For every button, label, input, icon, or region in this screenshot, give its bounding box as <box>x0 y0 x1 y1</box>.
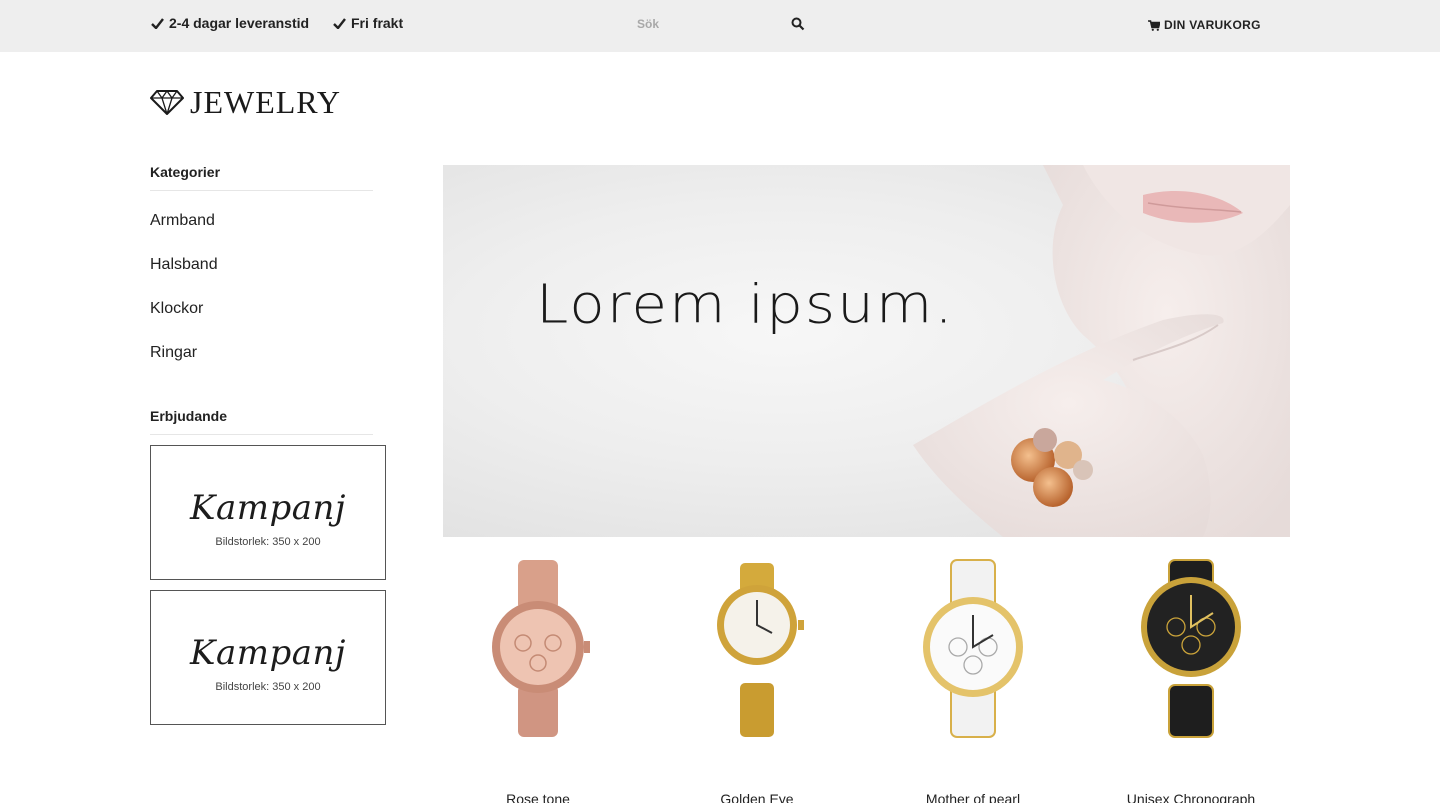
product-name: Rose tone <box>506 791 570 803</box>
cart-button[interactable]: DIN VARUKORG <box>1148 18 1261 32</box>
promo-banner-1[interactable]: Kampanj Bildstorlek: 350 x 200 <box>150 445 386 580</box>
site-logo[interactable]: JEWELRY <box>150 86 341 118</box>
product-card[interactable]: Rose tone <box>443 555 633 803</box>
product-card[interactable]: Mother of pearl <box>878 555 1068 803</box>
search-icon[interactable] <box>791 17 805 31</box>
usp-delivery: 2-4 dagar leveranstid <box>151 15 309 31</box>
category-list: Armband Halsband Klockor Ringar <box>150 212 218 388</box>
promo-size: Bildstorlek: 350 x 200 <box>215 536 321 548</box>
promo-title: Kampanj <box>190 488 346 528</box>
check-icon <box>333 17 346 29</box>
check-icon <box>151 17 164 29</box>
product-name: Golden Eye <box>720 791 794 803</box>
search-box <box>625 9 810 39</box>
search-input[interactable] <box>625 9 775 39</box>
promo-banner-2[interactable]: Kampanj Bildstorlek: 350 x 200 <box>150 590 386 725</box>
cart-icon <box>1148 19 1160 31</box>
usp-delivery-text: 2-4 dagar leveranstid <box>169 15 310 31</box>
usp-shipping-text: Fri frakt <box>351 15 404 31</box>
watch-image <box>492 560 590 737</box>
category-item-klockor[interactable]: Klockor <box>150 300 218 344</box>
product-card[interactable]: Golden Eye <box>662 555 852 803</box>
hero-headline: Lorem ipsum. <box>536 272 955 336</box>
promo-size: Bildstorlek: 350 x 200 <box>215 681 321 693</box>
usp-shipping: Fri frakt <box>333 15 403 31</box>
watch-image <box>923 559 1023 738</box>
hero-model-image <box>913 165 1290 537</box>
promo-title: Kampanj <box>190 633 346 673</box>
logo-text: JEWELRY <box>190 84 341 120</box>
product-name: Mother of pearl <box>925 791 1021 803</box>
watch-image <box>1141 559 1241 738</box>
category-item-armband[interactable]: Armband <box>150 212 218 256</box>
top-bar: 2-4 dagar leveranstid Fri frakt DIN VARU… <box>0 0 1440 52</box>
categories-heading: Kategorier <box>150 164 373 191</box>
product-name: Unisex Chronograph <box>1126 791 1256 803</box>
offers-heading: Erbjudande <box>150 408 373 435</box>
hero-banner[interactable]: Lorem ipsum. <box>443 165 1290 537</box>
category-item-ringar[interactable]: Ringar <box>150 344 218 388</box>
diamond-icon <box>150 89 184 115</box>
watch-image <box>717 563 804 737</box>
cart-label: DIN VARUKORG <box>1164 18 1261 32</box>
product-card[interactable]: Unisex Chronograph <box>1096 555 1286 803</box>
category-item-halsband[interactable]: Halsband <box>150 256 218 300</box>
